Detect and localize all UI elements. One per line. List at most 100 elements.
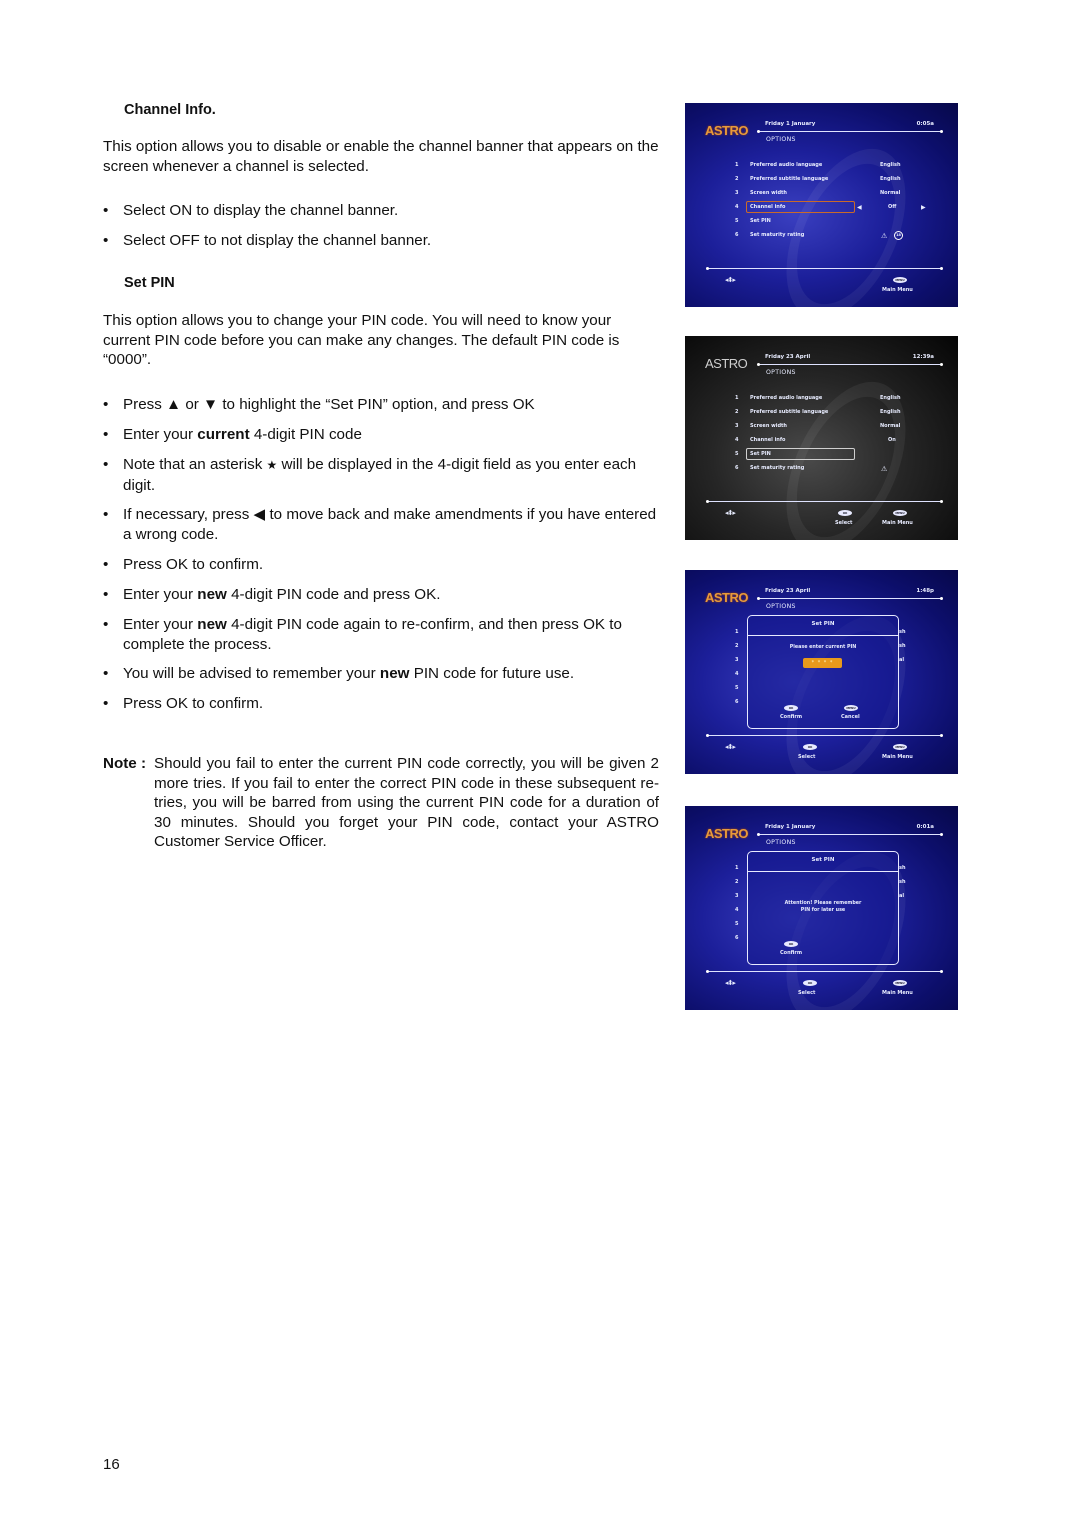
menu-row[interactable]: 6 Set maturity rating ⚠ [685, 465, 958, 475]
menu-key-icon[interactable]: MENU [844, 705, 858, 711]
row-label: Set PIN [750, 218, 771, 224]
row-value-fragment: sh [899, 865, 906, 871]
menu-row[interactable]: 3 Screen width Normal [685, 190, 958, 200]
row-value: Off [888, 204, 897, 210]
confirm-button[interactable]: Confirm [780, 950, 802, 956]
header-divider [757, 363, 943, 366]
row-label: Preferred subtitle language [750, 176, 829, 182]
navigation-arrows-icon: ◂⬍▸ [725, 276, 736, 284]
main-menu-label: Main Menu [882, 287, 913, 293]
list-item: • Enter your new 4-digit PIN code and pre… [103, 586, 441, 603]
menu-row-selected[interactable]: 5 Set PIN [685, 448, 958, 461]
bullet-text: 4-digit PIN code [249, 426, 362, 443]
row-number: 5 [735, 685, 739, 691]
left-arrow-icon[interactable]: ◀ [857, 204, 862, 211]
bullet-text: to highlight the “Set PIN” option, and p… [218, 396, 535, 413]
row-number: 6 [735, 935, 739, 941]
cancel-button[interactable]: Cancel [841, 714, 860, 720]
row-value: English [880, 176, 901, 182]
bullet-text: Enter your [123, 426, 198, 443]
warning-triangle-icon: ⚠ [881, 232, 888, 240]
row-label: Set maturity rating [750, 465, 805, 471]
section-title: OPTIONS [766, 369, 796, 376]
set-pin-dialog: Set PIN Please enter current PIN * * * *… [747, 615, 899, 729]
select-label: Select [798, 754, 816, 760]
list-item: • Press OK to confirm. [103, 556, 264, 573]
menu-row[interactable]: 6 Set maturity rating ⚠ 18 [685, 231, 958, 242]
row-number: 2 [735, 643, 739, 649]
row-label: Screen width [750, 423, 787, 429]
menu-row[interactable]: 1 Preferred audio language English [685, 395, 958, 405]
row-value: English [880, 409, 901, 415]
main-menu-label: Main Menu [882, 520, 913, 526]
menu-row[interactable]: 2 Preferred subtitle language English [685, 409, 958, 419]
astro-logo: ASTRO [705, 590, 749, 605]
menu-row[interactable]: 3 Screen width Normal [685, 423, 958, 433]
right-arrow-icon[interactable]: ▶ [921, 204, 926, 211]
navigation-arrows-icon: ◂⬍▸ [725, 509, 736, 517]
row-value-fragment: sh [899, 879, 906, 885]
section-title: OPTIONS [766, 603, 796, 610]
dialog-message-line2: PIN for later use [800, 908, 846, 913]
navigation-arrows-icon: ◂⬍▸ [725, 979, 736, 987]
row-value-fragment: al [899, 893, 905, 899]
footer-divider [706, 970, 943, 973]
menu-row-selected[interactable]: 4 Channel info ◀ Off ▶ [685, 201, 958, 214]
menu-row[interactable]: 4 Channel info On [685, 437, 958, 447]
row-number: 6 [735, 699, 739, 705]
main-menu-label: Main Menu [882, 990, 913, 996]
time-label: 0:05a [916, 121, 934, 127]
header-divider [757, 833, 943, 836]
row-number: 5 [735, 921, 739, 927]
time-label: 1:48p [916, 588, 934, 594]
screenshot-options-channel-info: ASTRO Friday 1 January 0:05a OPTIONS 1 Pr… [685, 103, 958, 307]
list-item: • Press ▲ or ▼ to highlight the “Set PIN”… [103, 396, 535, 413]
row-number: 5 [735, 218, 739, 224]
row-value: English [880, 162, 901, 168]
bullet-emphasis: new [379, 665, 410, 682]
list-item: • Select OFF to not display the channel b… [103, 232, 432, 249]
section-heading-set-pin: Set PIN [124, 275, 175, 291]
row-number: 4 [735, 671, 739, 677]
section-title: OPTIONS [766, 839, 796, 846]
date-label: Friday 23 April [765, 354, 811, 360]
row-value: Normal [880, 423, 901, 429]
row-number: 4 [735, 204, 739, 210]
bullet-emphasis: current [197, 426, 250, 443]
row-label: Channel info [750, 204, 786, 210]
list-item: • Select ON to display the channel banner… [103, 202, 399, 219]
menu-row[interactable]: 1 Preferred audio language English [685, 162, 958, 172]
dialog-title: Set PIN [811, 621, 835, 627]
row-label: Set PIN [750, 451, 771, 457]
row-value-fragment: sh [899, 629, 906, 635]
menu-row[interactable]: 5 Set PIN [685, 218, 958, 228]
note-block: Note : Should you fail to enter the curr… [103, 754, 659, 852]
menu-key-icon: MENU [893, 510, 907, 516]
date-label: Friday 23 April [765, 588, 811, 594]
bullet-text: Press [123, 396, 167, 413]
bullet-text: You will be advised to remember your [123, 665, 380, 682]
astro-logo: ASTRO [705, 356, 748, 371]
select-label: Select [835, 520, 853, 526]
list-item: • Press OK to confirm. [103, 695, 264, 712]
row-label: Preferred audio language [750, 395, 823, 401]
row-number: 3 [735, 190, 739, 196]
dialog-title: Set PIN [811, 857, 835, 863]
confirm-button[interactable]: Confirm [780, 714, 802, 720]
ok-key-icon[interactable]: OK [784, 705, 798, 711]
time-label: 12:39a [912, 354, 934, 360]
row-value: Normal [880, 190, 901, 196]
time-label: 0:01a [916, 824, 934, 830]
ok-key-icon[interactable]: OK [784, 941, 798, 947]
set-pin-intro: This option allows you to change your PI… [103, 312, 620, 369]
bullet-text: If necessary, press [123, 506, 254, 523]
row-label: Set maturity rating [750, 232, 805, 238]
date-label: Friday 1 January [765, 824, 816, 830]
warning-triangle-icon: ⚠ [881, 465, 888, 473]
footer-divider [706, 500, 943, 503]
channel-info-intro: This option allows you to disable or ena… [103, 138, 659, 175]
pin-input[interactable]: * * * * [803, 658, 842, 668]
row-number: 1 [735, 629, 739, 635]
bullet-text: Note that an asterisk [123, 456, 267, 473]
menu-row[interactable]: 2 Preferred subtitle language English [685, 176, 958, 186]
